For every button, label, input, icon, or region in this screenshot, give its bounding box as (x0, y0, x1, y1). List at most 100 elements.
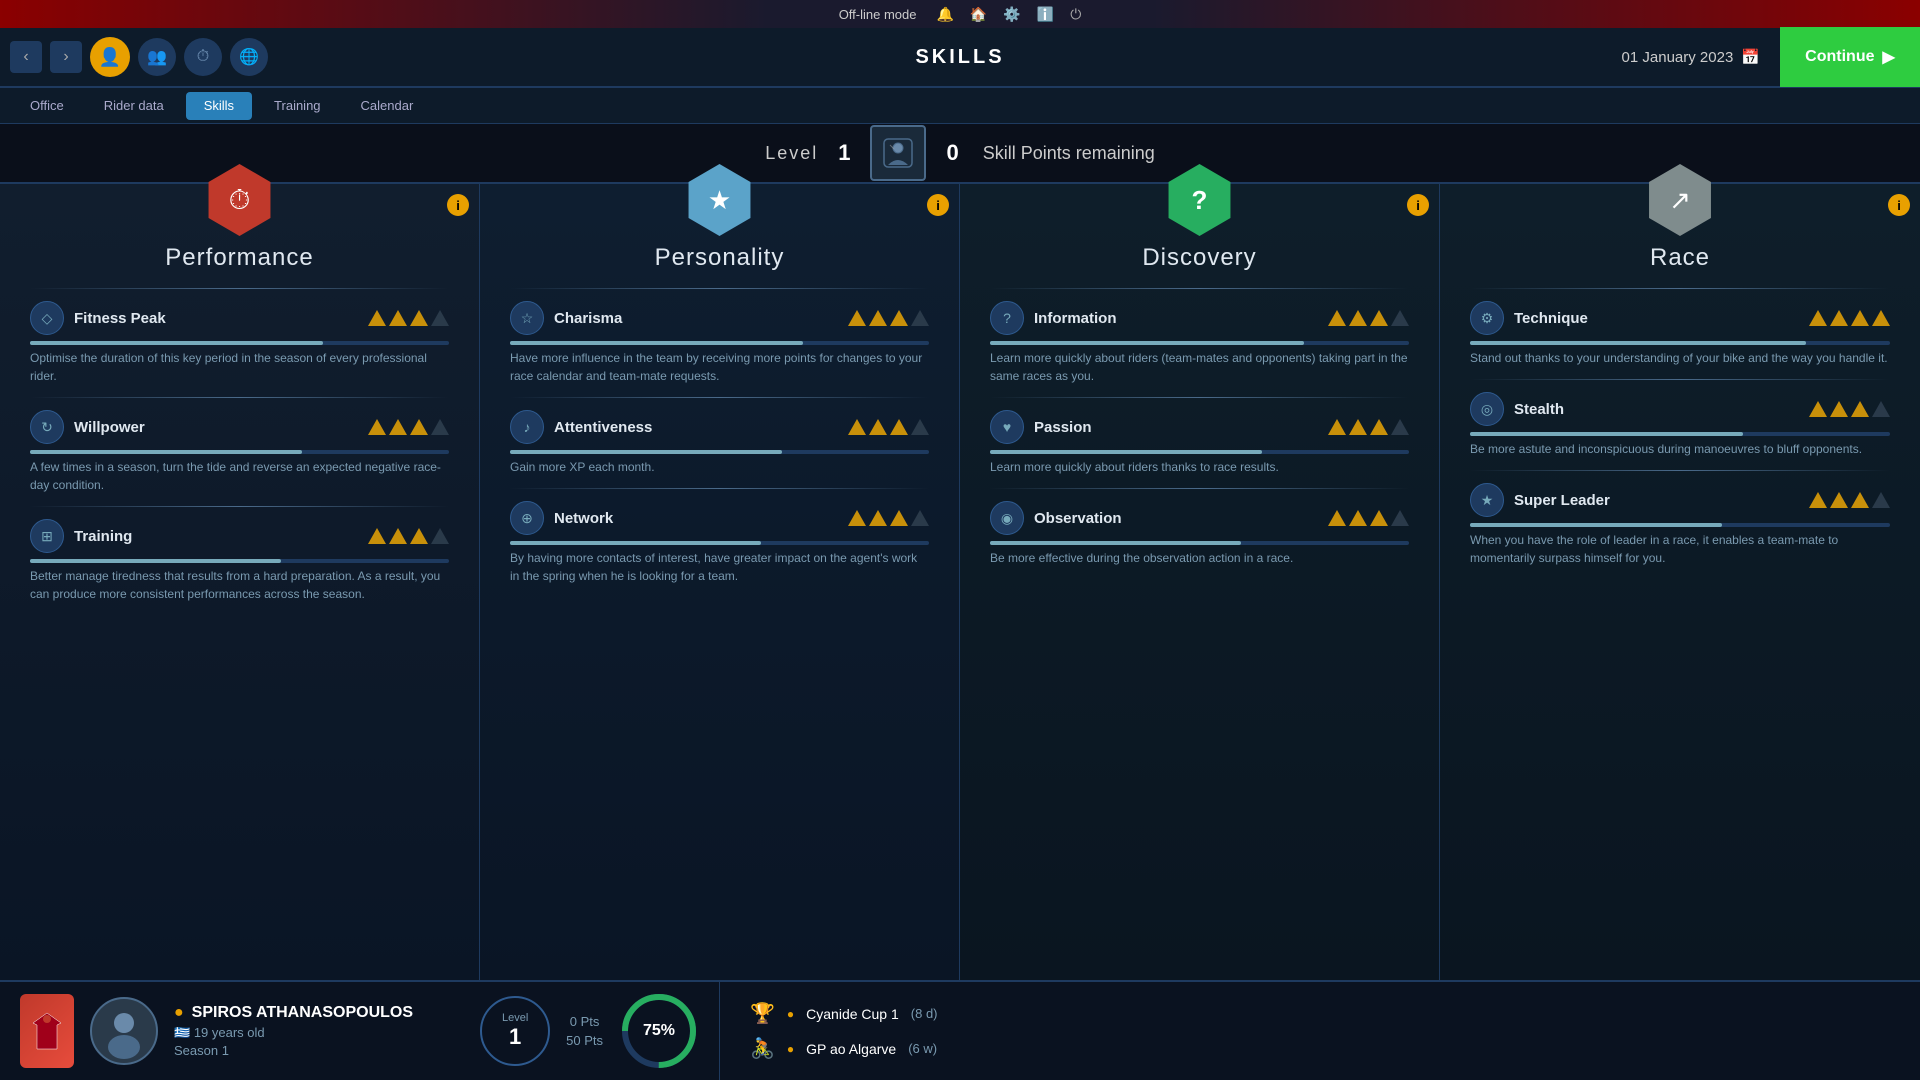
stealth-icon: ◎ (1470, 392, 1504, 426)
trophy-icon: 🏆 (750, 1001, 775, 1026)
info-icon[interactable]: ℹ️ (1037, 6, 1054, 23)
training-stars (368, 528, 449, 544)
passion-icon: ♥ (990, 410, 1024, 444)
observation-stars (1328, 510, 1409, 526)
tab-bar: Office Rider data Skills Training Calend… (0, 88, 1920, 124)
willpower-icon: ↻ (30, 410, 64, 444)
training-desc: Better manage tiredness that results fro… (30, 567, 449, 603)
race-1-time: (8 d) (911, 1006, 938, 1021)
charisma-icon: ☆ (510, 301, 544, 335)
skill-charisma: ☆ Charisma Have more influence in the te… (510, 301, 929, 398)
pts-current: 0 Pts (570, 1014, 600, 1029)
tab-skills[interactable]: Skills (186, 92, 252, 120)
power-icon[interactable]: ⏻ (1070, 6, 1081, 23)
nav-bar: ‹ › 👤 👥 ⏱ 🌐 SKILLS 01 January 2023 📅 Con… (0, 28, 1920, 88)
rider-icon[interactable]: 👤 (90, 37, 130, 77)
progress-circle: 75% (619, 991, 699, 1071)
stealth-stars (1809, 401, 1890, 417)
bike-icon: 🚴 (750, 1036, 775, 1061)
discovery-title: Discovery (990, 244, 1409, 272)
information-icon: ? (990, 301, 1024, 335)
level-bar: Level 1 0 Skill Points remaining (0, 124, 1920, 184)
attentiveness-icon: ♪ (510, 410, 544, 444)
super-leader-desc: When you have the role of leader in a ra… (1470, 531, 1890, 567)
discovery-info-badge[interactable]: i (1407, 194, 1429, 216)
skill-training: ⊞ Training Better manage tiredness that … (30, 519, 449, 603)
level-value: 1 (838, 140, 850, 166)
pts-max: 50 Pts (566, 1033, 603, 1048)
rider-center-icon (870, 125, 926, 181)
training-icon: ⊞ (30, 519, 64, 553)
charisma-stars (848, 310, 929, 326)
races-section: 🏆 ● Cyanide Cup 1 (8 d) 🚴 ● GP ao Algarv… (720, 1001, 1920, 1061)
player-dot: ● (174, 1004, 184, 1022)
tab-calendar[interactable]: Calendar (343, 92, 432, 120)
gear-icon[interactable]: ⚙️ (1003, 6, 1020, 23)
continue-button[interactable]: Continue ▶ (1780, 27, 1920, 87)
arrow-right-icon: ▶ (1883, 47, 1895, 67)
performance-title: Performance (30, 244, 449, 272)
network-desc: By having more contacts of interest, hav… (510, 549, 929, 585)
player-kit (20, 994, 74, 1068)
skill-attentiveness: ♪ Attentiveness Gain more XP each month. (510, 410, 929, 489)
forward-button[interactable]: › (50, 41, 82, 73)
player-info: ● SPIROS ATHANASOPOULOS 🇬🇷 19 years old … (174, 1004, 464, 1058)
top-bar: Off-line mode 🔔 🏠 ⚙️ ℹ️ ⏻ (0, 0, 1920, 28)
column-performance: ⏱ i Performance ◇ Fitness Peak Optimise … (0, 184, 480, 980)
race-2-time: (6 w) (908, 1041, 937, 1056)
race-item-2: 🚴 ● GP ao Algarve (6 w) (750, 1036, 1890, 1061)
willpower-name: Willpower (74, 419, 358, 436)
riders-icon[interactable]: 👥 (138, 38, 176, 76)
progress-text: 75% (643, 1022, 675, 1040)
calendar-icon[interactable]: 📅 (1741, 48, 1760, 66)
bell-icon[interactable]: 🔔 (936, 6, 953, 23)
pts-display: 0 Pts 50 Pts (566, 1014, 603, 1048)
information-name: Information (1034, 310, 1318, 327)
super-leader-stars (1809, 492, 1890, 508)
player-age: 🇬🇷 19 years old (174, 1025, 464, 1041)
date-text: 01 January 2023 (1622, 49, 1734, 66)
performance-info-badge[interactable]: i (447, 194, 469, 216)
charisma-name: Charisma (554, 310, 838, 327)
technique-name: Technique (1514, 310, 1799, 327)
offline-mode-text: Off-line mode (839, 7, 917, 22)
super-leader-icon: ★ (1470, 483, 1504, 517)
race-item-1: 🏆 ● Cyanide Cup 1 (8 d) (750, 1001, 1890, 1026)
column-personality: ★ i Personality ☆ Charisma Have more inf… (480, 184, 960, 980)
tab-training[interactable]: Training (256, 92, 338, 120)
column-discovery: ? i Discovery ? Information Learn more q… (960, 184, 1440, 980)
technique-stars (1809, 310, 1890, 326)
stealth-name: Stealth (1514, 401, 1799, 418)
observation-icon: ◉ (990, 501, 1024, 535)
observation-name: Observation (1034, 510, 1318, 527)
column-race: ↗ i Race ⚙ Technique Stand out thanks to… (1440, 184, 1920, 980)
personality-info-badge[interactable]: i (927, 194, 949, 216)
attentiveness-name: Attentiveness (554, 419, 838, 436)
globe-icon[interactable]: 🌐 (230, 38, 268, 76)
network-name: Network (554, 510, 838, 527)
clock-icon[interactable]: ⏱ (184, 38, 222, 76)
home-icon[interactable]: 🏠 (970, 6, 987, 23)
attentiveness-stars (848, 419, 929, 435)
flag-icon: 🇬🇷 (174, 1025, 190, 1040)
race-info-badge[interactable]: i (1888, 194, 1910, 216)
tab-rider-data[interactable]: Rider data (86, 92, 182, 120)
race-2-name: GP ao Algarve (806, 1041, 896, 1057)
page-title: SKILLS (915, 46, 1004, 69)
player-avatar (90, 997, 158, 1065)
level-display: Level 1 (480, 996, 550, 1066)
skills-grid: ⏱ i Performance ◇ Fitness Peak Optimise … (0, 184, 1920, 980)
skill-information: ? Information Learn more quickly about r… (990, 301, 1409, 398)
skill-technique: ⚙ Technique Stand out thanks to your und… (1470, 301, 1890, 380)
race-1-dot: ● (787, 1007, 794, 1021)
level-label-bottom: Level (502, 1012, 528, 1024)
charisma-desc: Have more influence in the team by recei… (510, 349, 929, 385)
tab-office[interactable]: Office (12, 92, 82, 120)
attentiveness-desc: Gain more XP each month. (510, 458, 929, 476)
skill-fitness-peak: ◇ Fitness Peak Optimise the duration of … (30, 301, 449, 398)
personality-title: Personality (510, 244, 929, 272)
skill-points-label: Skill Points remaining (983, 143, 1155, 164)
skill-stealth: ◎ Stealth Be more astute and inconspicuo… (1470, 392, 1890, 471)
back-button[interactable]: ‹ (10, 41, 42, 73)
network-icon: ⊕ (510, 501, 544, 535)
